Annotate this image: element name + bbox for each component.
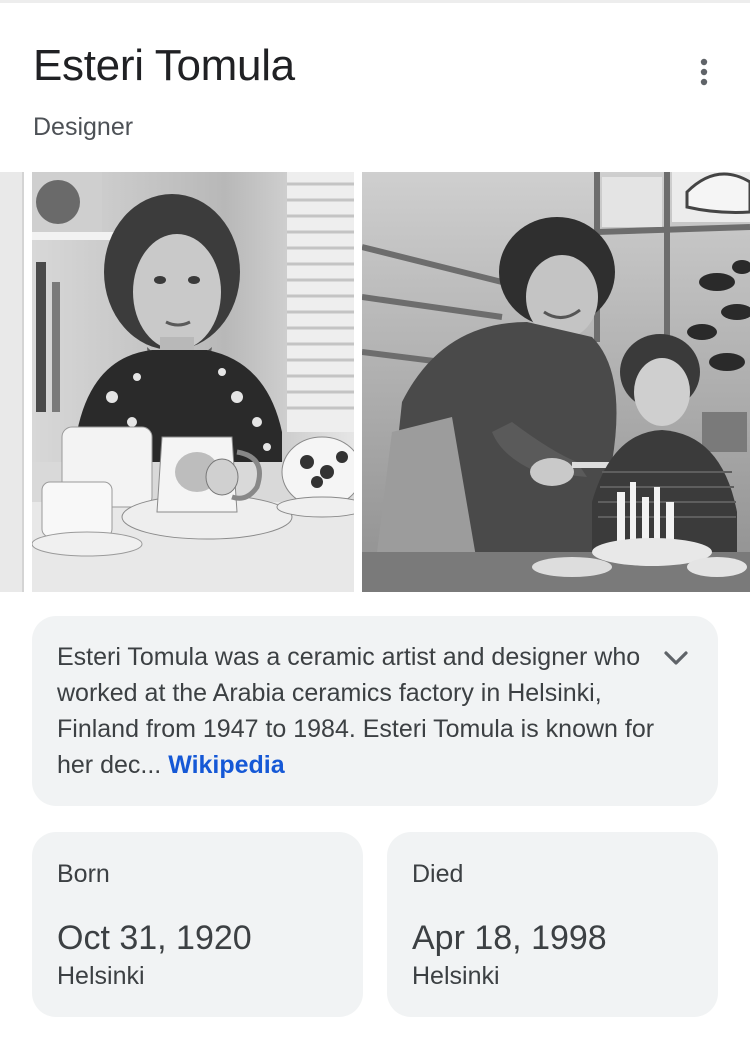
portrait-photo[interactable] xyxy=(32,172,354,592)
born-date: Oct 31, 1920 xyxy=(57,919,252,957)
chevron-down-icon xyxy=(664,651,688,665)
page-subtitle: Designer xyxy=(33,113,134,141)
more-vert-icon xyxy=(700,58,708,86)
more-options-button[interactable] xyxy=(684,52,724,92)
expand-description-button[interactable] xyxy=(658,640,694,676)
wikipedia-link[interactable]: Wikipedia xyxy=(168,751,284,779)
died-place: Helsinki xyxy=(412,962,500,990)
description-text: Esteri Tomula was a ceramic artist and d… xyxy=(57,639,657,783)
born-card[interactable]: Born Oct 31, 1920 Helsinki xyxy=(32,832,363,1017)
page-title: Esteri Tomula xyxy=(33,41,295,90)
born-label: Born xyxy=(57,860,110,888)
previous-image-edge[interactable] xyxy=(0,172,24,592)
top-divider xyxy=(0,0,750,3)
description-card: Esteri Tomula was a ceramic artist and d… xyxy=(32,616,718,806)
died-card[interactable]: Died Apr 18, 1998 Helsinki xyxy=(387,832,718,1017)
born-place: Helsinki xyxy=(57,962,145,990)
died-label: Died xyxy=(412,860,464,888)
died-date: Apr 18, 1998 xyxy=(412,919,607,957)
workshop-photo[interactable] xyxy=(362,172,750,592)
description-ellipsis: ... xyxy=(140,751,162,779)
